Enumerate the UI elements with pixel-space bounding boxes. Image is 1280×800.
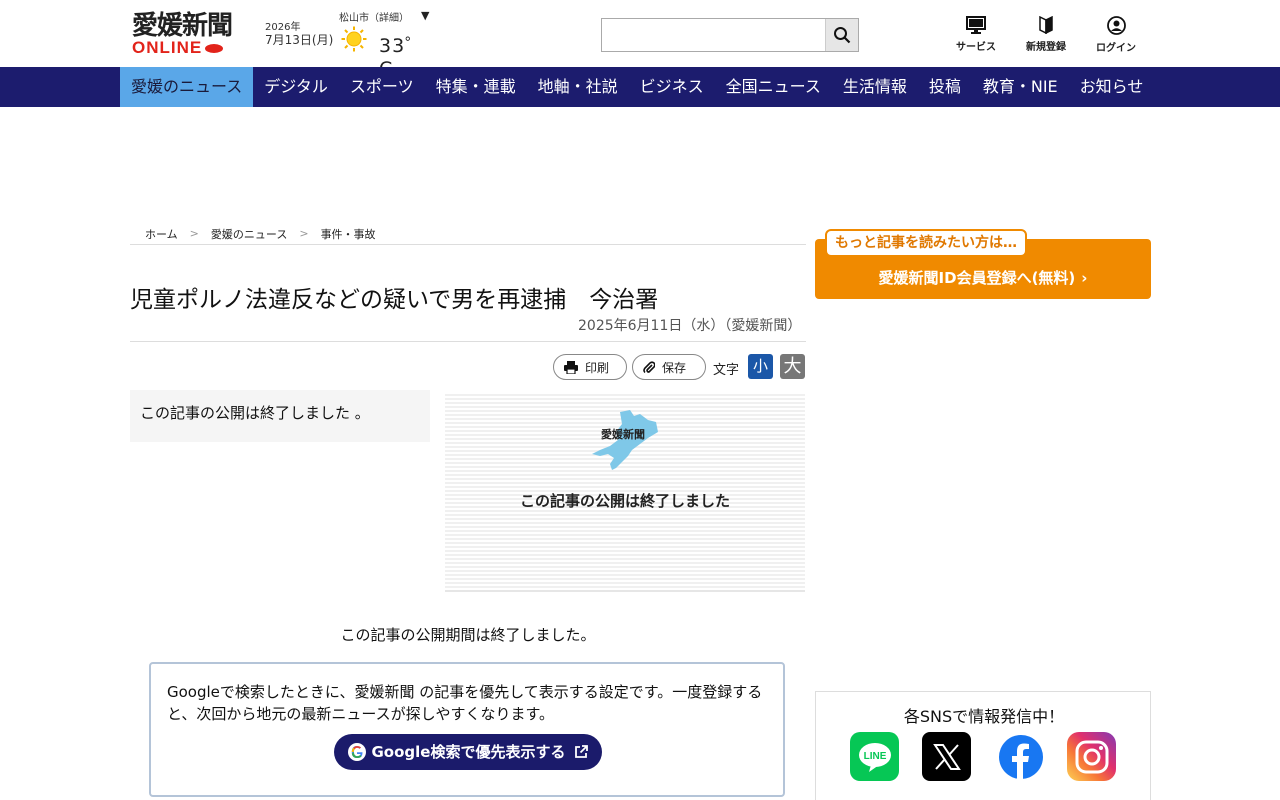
article-title: 児童ポルノ法違反などの疑いで男を再逮捕 今治署: [130, 287, 659, 313]
closed-notice: この記事の公開は終了しました 。: [130, 390, 430, 442]
paperclip-icon: [643, 360, 655, 373]
search-input[interactable]: [602, 19, 826, 51]
member-pill: もっと記事を読みたい方は…: [825, 229, 1027, 257]
google-icon: [347, 743, 366, 761]
breadcrumb-home[interactable]: ホーム: [145, 226, 178, 242]
nav-item-ehime-news[interactable]: 愛媛のニュース: [120, 67, 254, 107]
login-label: ログイン: [1096, 43, 1136, 54]
font-size-label: 文字: [713, 363, 740, 378]
weather-dropdown-icon[interactable]: ▼: [421, 9, 429, 22]
instagram-icon[interactable]: [1067, 732, 1116, 781]
x-icon[interactable]: [922, 732, 971, 781]
breadcrumb-incidents[interactable]: 事件・事故: [321, 226, 376, 242]
register-link[interactable]: 新規登録: [1016, 16, 1076, 56]
weather-widget[interactable]: 松山市（詳細） ▼ 33゜C: [339, 9, 439, 80]
google-preference-box: Googleで検索したときに、愛媛新聞 の記事を優先して表示する設定です。一度登…: [149, 662, 785, 797]
google-preference-text: Googleで検索したときに、愛媛新聞 の記事を優先して表示する設定です。一度登…: [167, 683, 763, 723]
sns-title: 各SNSで情報発信中！: [903, 707, 1065, 726]
beginner-mark-icon: [1039, 16, 1053, 34]
font-large-button[interactable]: 大: [780, 354, 805, 379]
monitor-icon: [966, 16, 986, 34]
member-register-label: 愛媛新聞ID会員登録へ(無料) ›: [878, 269, 1088, 287]
login-link[interactable]: ログイン: [1086, 16, 1146, 56]
logo-online: ONLINE: [132, 39, 250, 56]
search-button[interactable]: [825, 19, 858, 51]
site-header: 愛媛新聞 ONLINE 2026年 7月13日(月) 松山市（詳細） ▼ 33゜…: [0, 0, 1280, 80]
save-button[interactable]: 保存: [632, 354, 706, 380]
main-nav: 愛媛のニュース デジタル スポーツ 特集・連載 地軸・社説 ビジネス 全国ニュー…: [0, 67, 1280, 107]
divider: [130, 341, 806, 342]
breadcrumb-ehime-news[interactable]: 愛媛のニュース: [211, 226, 287, 242]
nav-item-editorial[interactable]: 地軸・社説: [527, 67, 629, 107]
nav-list: 愛媛のニュース デジタル スポーツ 特集・連載 地軸・社説 ビジネス 全国ニュー…: [120, 67, 1154, 107]
image-message: この記事の公開は終了しました: [519, 492, 730, 510]
line-icon[interactable]: LINE: [850, 732, 899, 781]
nav-item-digital[interactable]: デジタル: [253, 67, 339, 107]
nav-item-life[interactable]: 生活情報: [832, 67, 918, 107]
printer-icon: [564, 360, 578, 374]
facebook-icon[interactable]: [996, 732, 1045, 781]
print-button[interactable]: 印刷: [553, 354, 627, 380]
font-small-button[interactable]: 小: [748, 354, 773, 379]
member-register-banner[interactable]: もっと記事を読みたい方は… 愛媛新聞ID会員登録へ(無料) ›: [815, 229, 1151, 299]
breadcrumb-separator: >: [189, 227, 199, 240]
google-button-label: Google検索で優先表示する: [371, 743, 566, 761]
chevron-right-icon: ›: [1081, 269, 1088, 287]
date-day: 7月13日(月): [265, 33, 334, 47]
article-date: 2025年6月11日（水）（愛媛新聞）: [578, 318, 802, 334]
today-date: 2026年 7月13日(月): [265, 21, 333, 47]
google-preferred-button[interactable]: Google検索で優先表示する: [334, 734, 602, 770]
external-link-icon: [575, 745, 589, 758]
site-logo[interactable]: 愛媛新聞 ONLINE: [132, 12, 250, 58]
search-icon: [834, 27, 851, 44]
search-box: [601, 18, 859, 52]
nav-item-education[interactable]: 教育・NIE: [972, 67, 1069, 107]
nav-item-submission[interactable]: 投稿: [918, 67, 972, 107]
breadcrumb-separator: >: [299, 227, 309, 240]
nav-item-business[interactable]: ビジネス: [629, 67, 715, 107]
svg-text:LINE: LINE: [863, 751, 886, 762]
print-label: 印刷: [585, 360, 610, 375]
sun-icon: [341, 26, 367, 52]
user-circle-icon: [1106, 16, 1126, 35]
services-link[interactable]: サービス: [946, 16, 1006, 56]
logo-text: 愛媛新聞: [132, 11, 233, 41]
services-label: サービス: [956, 42, 996, 53]
nav-item-national[interactable]: 全国ニュース: [715, 67, 832, 107]
nav-item-notice[interactable]: お知らせ: [1069, 67, 1155, 107]
nav-item-sports[interactable]: スポーツ: [339, 67, 425, 107]
lips-icon: [205, 43, 224, 53]
sns-box: 各SNSで情報発信中！ LINE: [815, 691, 1151, 800]
register-label: 新規登録: [1026, 42, 1066, 53]
breadcrumb: ホーム > 愛媛のニュース > 事件・事故: [130, 223, 806, 245]
period-ended-message: この記事の公開期間は終了しました。: [340, 626, 596, 644]
save-label: 保存: [662, 360, 687, 375]
image-brand: 愛媛新聞: [601, 428, 645, 441]
closed-article-image: 愛媛新聞 この記事の公開は終了しました: [445, 392, 805, 592]
nav-item-features[interactable]: 特集・連載: [425, 67, 527, 107]
